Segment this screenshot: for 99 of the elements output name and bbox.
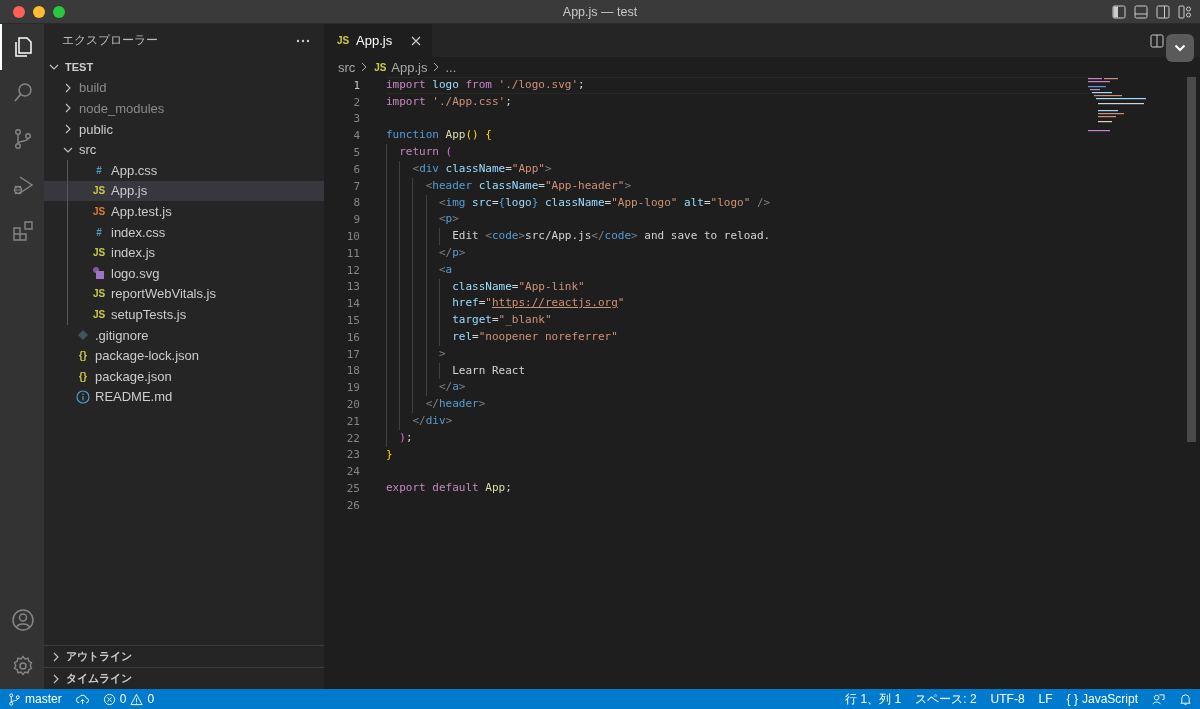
close-icon[interactable]	[410, 34, 422, 47]
file-item[interactable]: # App.css	[44, 159, 324, 181]
account-icon[interactable]	[11, 608, 35, 632]
editor-tab[interactable]: JS App.js	[324, 24, 432, 57]
line-number: 16	[345, 330, 360, 344]
indentation[interactable]: スペース: 2	[915, 690, 977, 708]
collapse-button[interactable]	[1166, 34, 1194, 62]
line-number: 22	[345, 431, 360, 445]
line-number: 5	[352, 146, 360, 160]
line-number: 25	[345, 482, 360, 495]
code-line: import './App.css';	[386, 93, 512, 110]
line-number: 2	[352, 95, 360, 109]
file-item[interactable]: JS App.test.js	[44, 201, 324, 222]
line-number: 4	[352, 129, 360, 143]
info-icon	[76, 389, 90, 404]
split-editor-icon[interactable]	[1150, 33, 1164, 48]
code-line: function App() {	[386, 127, 492, 144]
file-type-icon: JS	[92, 308, 106, 320]
settings-icon[interactable]	[11, 654, 35, 678]
folder-item[interactable]: build	[44, 77, 324, 99]
code-line: }	[386, 446, 393, 463]
minimize-button[interactable]	[33, 5, 45, 18]
folder-item[interactable]: TEST	[44, 57, 324, 78]
line-number: 7	[352, 179, 360, 193]
sidebar-title: エクスプローラー	[62, 32, 158, 49]
line-number: 19	[345, 381, 360, 395]
more-icon[interactable]	[296, 38, 310, 43]
bell-icon[interactable]	[1179, 692, 1192, 706]
file-type-icon: {}	[76, 370, 90, 382]
file-item[interactable]: # index.css	[44, 221, 324, 243]
line-number: 21	[345, 414, 360, 428]
language-mode[interactable]: JavaScript	[1081, 692, 1138, 706]
file-item[interactable]: JS setupTests.js	[44, 304, 324, 325]
line-ending[interactable]: LF	[1038, 692, 1053, 706]
language-icon: { }	[1066, 692, 1078, 706]
file-type-icon: JS	[92, 185, 106, 197]
branch-icon	[8, 692, 21, 706]
panel-header[interactable]: アウトライン	[44, 645, 324, 667]
file-type-icon: JS	[373, 61, 388, 73]
file-item[interactable]: logo.svg	[44, 262, 324, 284]
folder-item[interactable]: node_modules	[44, 98, 324, 119]
breadcrumb-item[interactable]: ...	[445, 59, 457, 75]
file-type-icon: #	[92, 226, 106, 238]
line-number: 20	[345, 398, 360, 412]
file-type-icon: #	[92, 164, 106, 176]
error-icon	[102, 692, 116, 706]
cursor-position[interactable]: 行 1、列 1	[845, 690, 902, 708]
minimap-drawing[interactable]	[1088, 77, 1148, 132]
code-line: export default App;	[386, 480, 512, 497]
breadcrumb-item[interactable]: App.js	[391, 59, 428, 75]
encoding[interactable]: UTF-8	[990, 692, 1025, 706]
file-type-icon: JS	[92, 205, 106, 217]
panel-layout-icon[interactable]	[1134, 4, 1148, 19]
line-number: 17	[345, 347, 360, 361]
feedback-icon[interactable]	[1152, 692, 1165, 706]
file-item[interactable]: .gitignore	[44, 324, 324, 346]
close-button[interactable]	[13, 5, 25, 18]
cloud-upload-icon[interactable]	[75, 692, 89, 706]
diamond-icon	[76, 328, 90, 342]
folder-item[interactable]: public	[44, 118, 324, 140]
line-number: 8	[352, 196, 360, 210]
file-item[interactable]: README.md	[44, 386, 324, 408]
code-line: import logo from './logo.svg';	[386, 77, 585, 93]
line-number: 10	[345, 230, 360, 244]
line-number: 3	[352, 112, 360, 126]
scrollbar[interactable]	[1187, 77, 1196, 442]
file-type-icon: JS	[92, 247, 106, 259]
folder-item[interactable]: src	[44, 139, 324, 160]
zoom-button[interactable]	[53, 5, 65, 18]
line-number: 24	[345, 465, 360, 479]
sidebar-layout-icon[interactable]	[1112, 4, 1126, 19]
file-type-icon: {}	[76, 350, 90, 362]
window-title: App.js — test	[562, 4, 638, 19]
line-number: 1	[352, 78, 360, 92]
line-number: 26	[345, 498, 360, 512]
line-number: 15	[345, 314, 360, 328]
line-number: 14	[345, 297, 360, 311]
file-type-icon: JS	[92, 288, 106, 300]
image-file-icon	[92, 266, 106, 281]
chevron-down-icon	[1174, 44, 1186, 52]
breadcrumb-item[interactable]: src	[338, 59, 356, 75]
file-item[interactable]: JS App.js	[44, 180, 324, 202]
error-count[interactable]: 0	[119, 692, 127, 706]
file-item[interactable]: {} package.json	[44, 365, 324, 387]
secondary-sidebar-icon[interactable]	[1156, 4, 1170, 19]
layout-icon[interactable]	[1178, 4, 1192, 19]
line-number: 12	[345, 263, 360, 277]
warning-count[interactable]: 0	[147, 692, 155, 706]
file-item[interactable]: {} package-lock.json	[44, 345, 324, 366]
file-item[interactable]: JS reportWebVitals.js	[44, 283, 324, 305]
file-item[interactable]: JS index.js	[44, 242, 324, 263]
warning-icon	[130, 692, 144, 706]
line-number: 9	[352, 213, 360, 227]
line-number: 23	[345, 448, 360, 462]
line-number: 11	[345, 246, 360, 260]
line-number: 6	[352, 162, 360, 176]
branch-name[interactable]: master	[25, 692, 62, 706]
line-number: 18	[345, 364, 360, 378]
line-number: 13	[345, 280, 360, 294]
